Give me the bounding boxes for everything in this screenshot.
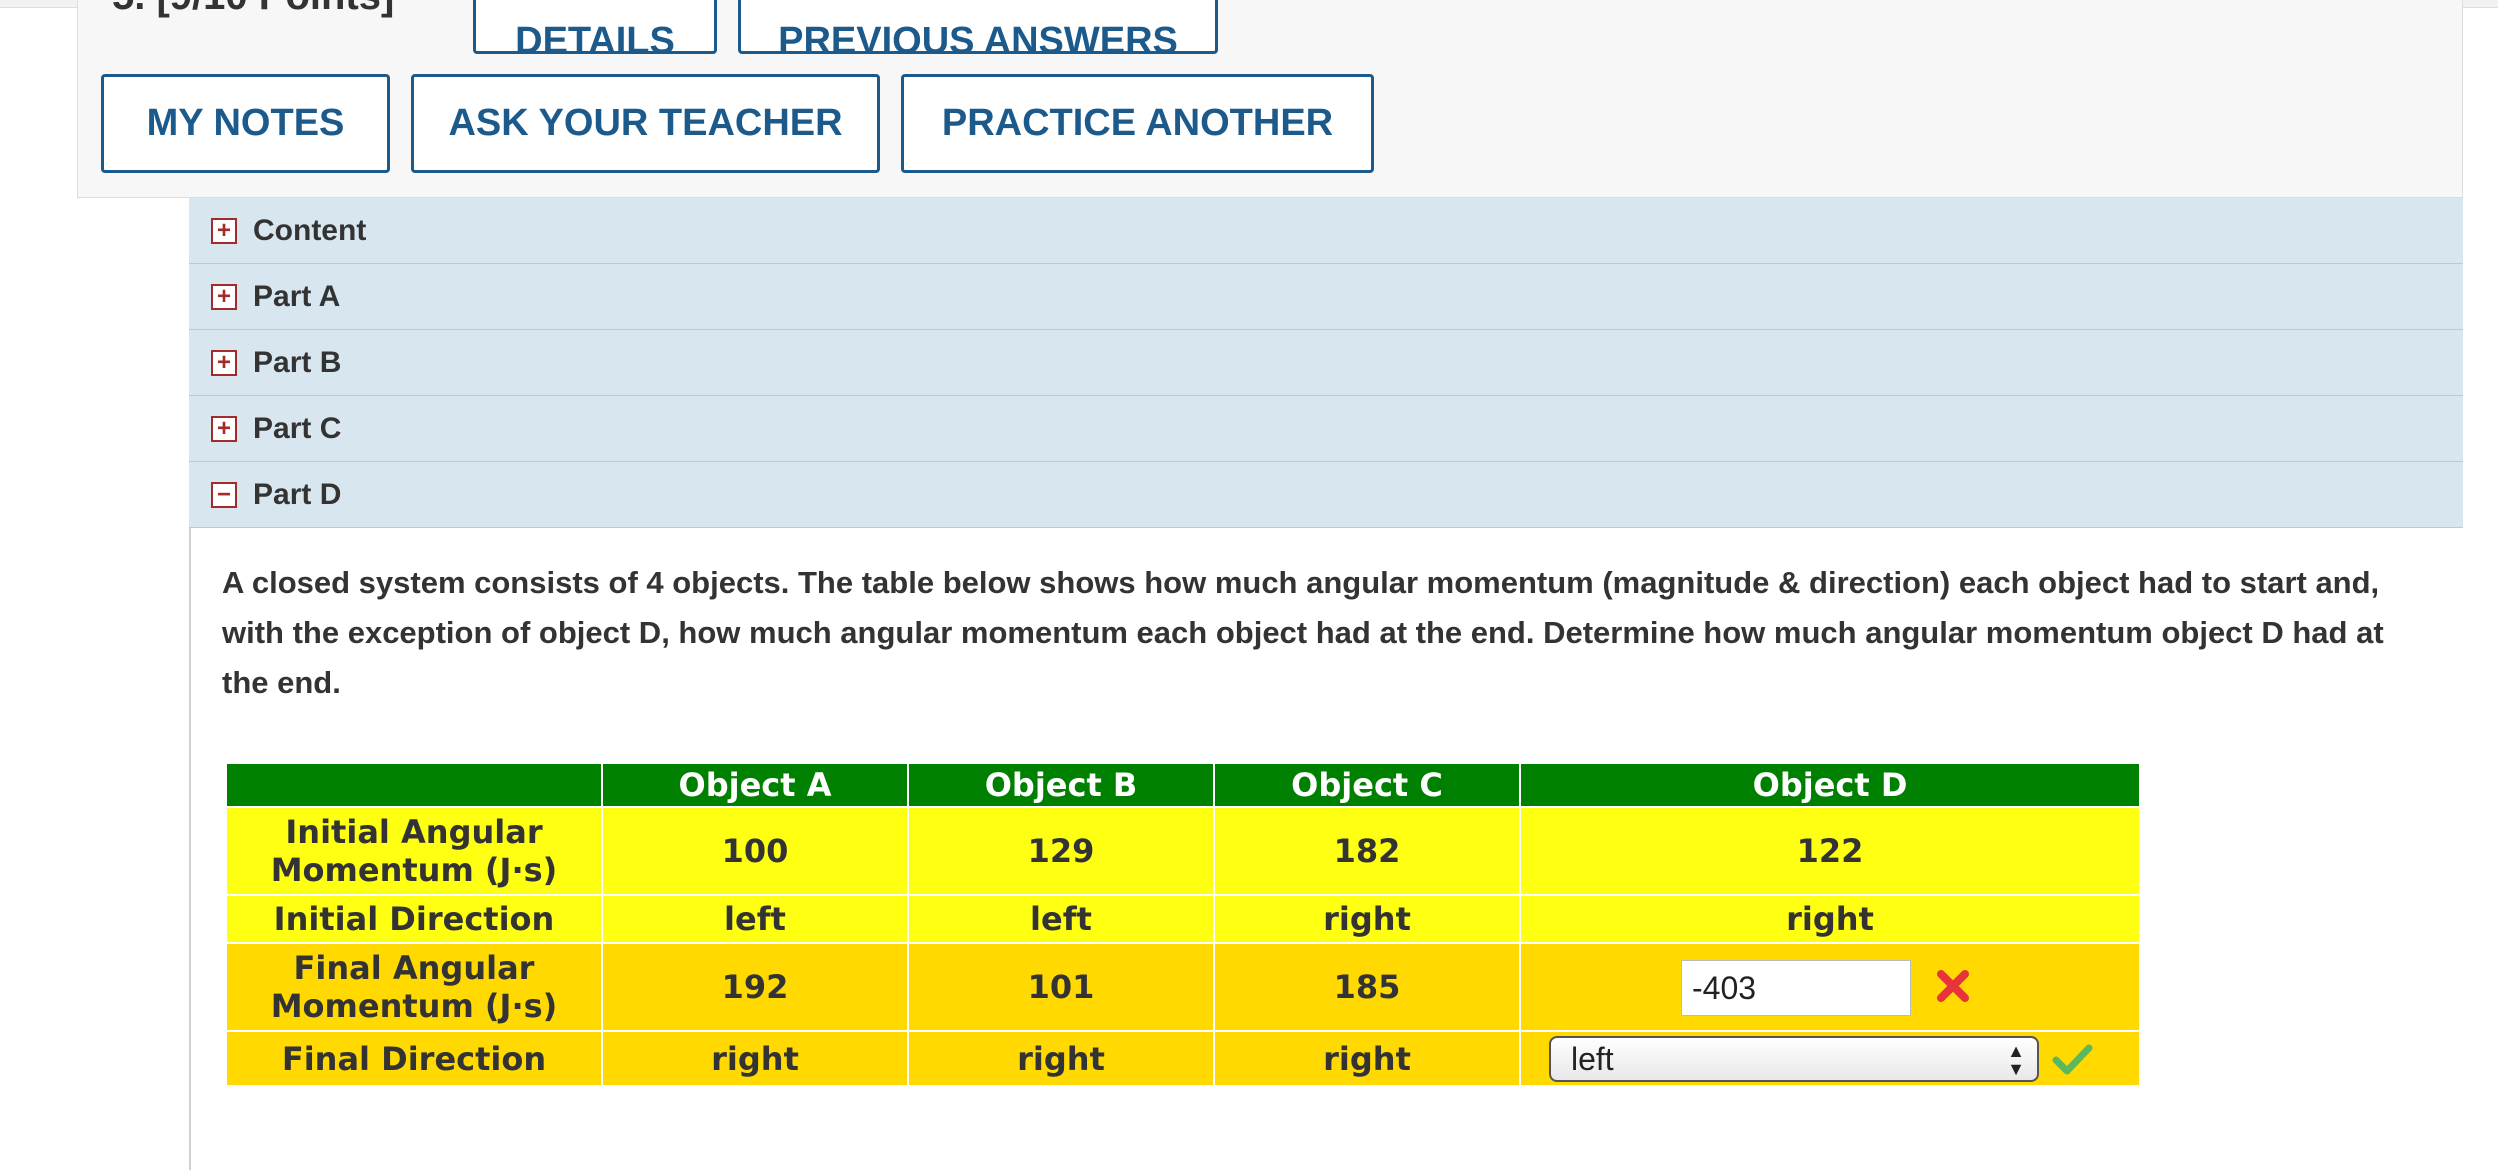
row-label: Final Angular Momentum (J·s) bbox=[225, 942, 603, 1032]
practice-another-button[interactable]: PRACTICE ANOTHER bbox=[901, 74, 1374, 173]
header-object-d: Object D bbox=[1519, 762, 2141, 808]
cell: 192 bbox=[601, 942, 909, 1032]
correct-check-icon bbox=[2052, 1044, 2093, 1075]
previous-answers-label: PREVIOUS ANSWERS bbox=[778, 20, 1178, 54]
cell: 129 bbox=[907, 806, 1215, 896]
momentum-table: Object A Object B Object C Object D Init… bbox=[225, 762, 2141, 1087]
accordion-label: Part D bbox=[253, 477, 342, 511]
accordion-label: Part C bbox=[253, 411, 342, 445]
row-label: Final Direction bbox=[225, 1030, 603, 1087]
accordion-part-c[interactable]: + Part C bbox=[189, 396, 2463, 462]
accordion-label: Part B bbox=[253, 345, 342, 379]
cell: right bbox=[907, 1030, 1215, 1087]
previous-answers-button[interactable]: PREVIOUS ANSWERS bbox=[738, 0, 1218, 54]
cell: right bbox=[1213, 894, 1521, 944]
table-row: Initial Angular Momentum (J·s) 100 129 1… bbox=[225, 806, 2141, 896]
details-button-label: DETAILS bbox=[515, 20, 675, 54]
cell: 185 bbox=[1213, 942, 1521, 1032]
cell: right bbox=[1213, 1030, 1521, 1087]
accordion-label: Part A bbox=[253, 279, 341, 313]
final-direction-select[interactable]: left ▲ ▼ bbox=[1549, 1036, 2039, 1082]
final-direction-value: left bbox=[1571, 1041, 1614, 1077]
question-title: 5. [9/10 Points] bbox=[112, 0, 394, 19]
cell: right bbox=[601, 1030, 909, 1087]
incorrect-x-icon bbox=[1937, 970, 1969, 1002]
select-arrows-icon: ▲ ▼ bbox=[2007, 1041, 2025, 1079]
table-row: Initial Direction left left right right bbox=[225, 894, 2141, 944]
header-object-b: Object B bbox=[907, 762, 1215, 808]
cell: left bbox=[601, 894, 909, 944]
my-notes-button[interactable]: MY NOTES bbox=[101, 74, 390, 173]
answer-cell: left ▲ ▼ bbox=[1519, 1030, 2141, 1087]
accordion-part-b[interactable]: + Part B bbox=[189, 330, 2463, 396]
accordion-label: Content bbox=[253, 213, 367, 247]
accordion-part-d[interactable]: − Part D bbox=[189, 462, 2463, 528]
details-button[interactable]: DETAILS bbox=[473, 0, 717, 54]
expand-icon[interactable]: + bbox=[211, 217, 237, 244]
expand-icon[interactable]: + bbox=[211, 415, 237, 442]
final-momentum-input[interactable]: -403 bbox=[1681, 960, 1911, 1016]
collapse-icon[interactable]: − bbox=[211, 481, 237, 508]
header-object-a: Object A bbox=[601, 762, 909, 808]
row-label: Initial Angular Momentum (J·s) bbox=[225, 806, 603, 896]
table-row: Final Direction right right right left ▲… bbox=[225, 1030, 2141, 1087]
cell: 100 bbox=[601, 806, 909, 896]
table-header-row: Object A Object B Object C Object D bbox=[225, 762, 2141, 808]
cell: right bbox=[1519, 894, 2141, 944]
row-label: Initial Direction bbox=[225, 894, 603, 944]
ask-your-teacher-button[interactable]: ASK YOUR TEACHER bbox=[411, 74, 880, 173]
cell: 182 bbox=[1213, 806, 1521, 896]
accordion-part-a[interactable]: + Part A bbox=[189, 264, 2463, 330]
accordion-content[interactable]: + Content bbox=[189, 198, 2463, 264]
cell: 101 bbox=[907, 942, 1215, 1032]
question-text: A closed system consists of 4 objects. T… bbox=[222, 565, 2384, 700]
cell: left bbox=[907, 894, 1215, 944]
table-row: Final Angular Momentum (J·s) 192 101 185… bbox=[225, 942, 2141, 1032]
answer-cell: -403 bbox=[1519, 942, 2141, 1032]
header-blank bbox=[225, 762, 603, 808]
parts-accordion: + Content + Part A + Part B + Part C − P… bbox=[189, 198, 2463, 528]
cell: 122 bbox=[1519, 806, 2141, 896]
header-object-c: Object C bbox=[1213, 762, 1521, 808]
expand-icon[interactable]: + bbox=[211, 283, 237, 310]
expand-icon[interactable]: + bbox=[211, 349, 237, 376]
